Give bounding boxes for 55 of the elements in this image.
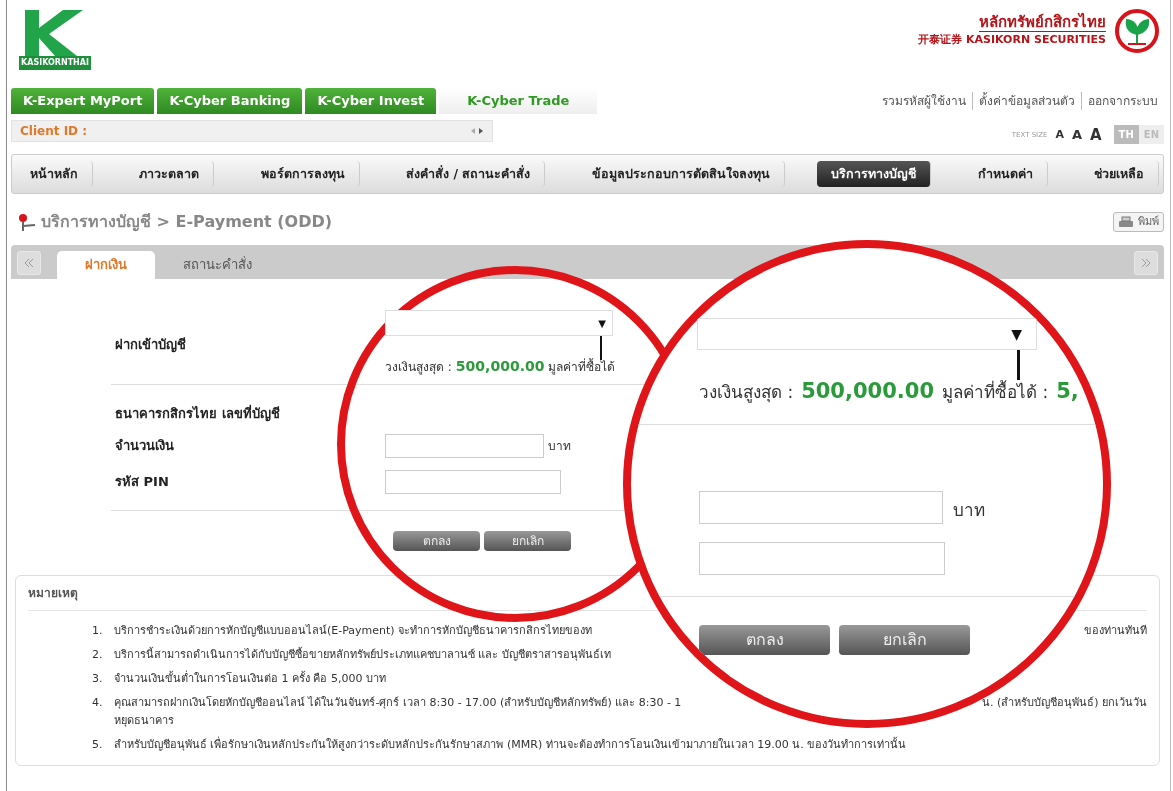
form-button[interactable]: ยกเลิก — [839, 625, 970, 655]
nav-item[interactable]: ส่งคำสั่ง / สถานะคำสั่ง — [392, 160, 546, 188]
limit-amount: 500,000.00 — [455, 357, 545, 376]
nav-item[interactable]: ช่วยเหลือ — [1079, 160, 1159, 188]
nav-item[interactable]: บริการทางบัญชี — [817, 160, 932, 188]
field-label: ฝากเข้าบัญชี — [115, 335, 187, 355]
client-id-label: Client ID : — [20, 122, 88, 140]
note-text: หยุดธนาคาร — [114, 714, 175, 727]
logo-caption: KASIKORNTHAI — [19, 56, 91, 70]
note-text: สำหรับบัญชีอนุพันธ์ เพื่อรักษาเงินหลักประกันให้สูงกว่าระดับหลักประกันรักษาสภาพ (MMR) ท่านจะต้องทำการโอนเงินเข้ามาภายในเวลา 19.00 น. ของวันทำการเท่านั้น — [114, 735, 907, 753]
unit-label: บาท — [548, 437, 571, 455]
note-number: 1. — [92, 622, 104, 639]
form-tab[interactable]: สถานะคำสั่ง — [155, 251, 280, 279]
note-text: จำนวนเงินขั้นต่ำในการโอนเงินต่อ 1 ครั้ง คือ 5,000 บาท — [114, 669, 386, 687]
limit-amount: 500,000.00 — [801, 378, 934, 405]
header-link[interactable]: ออกจากระบบ — [1081, 91, 1164, 110]
print-button[interactable]: พิมพ์ — [1113, 211, 1164, 233]
note-text: บริการชำระเงินด้วยการหักบัญชีแบบออนไลน์(E-Payment) จะทำการหักบัญชีธนาคารกสิกรไทยของท — [114, 622, 593, 639]
buyable-label: มูลค่าที่ซื้อได้ : — [942, 380, 1049, 405]
limit-label: วงเงินสูงสุด : — [699, 381, 794, 405]
field-label: จำนวนเงิน — [115, 436, 175, 455]
note-text: คุณสามารถฝากเงินโดยหักบัญชีออนไลน์ ได้ในวันจันทร์-ศุกร์ เวลา 8:30 - 17.00 (สำหรับบัญชีหลักทรัพย์) และ 8:30 - 1 — [114, 694, 682, 711]
note-text: ของท่านทันที — [1084, 622, 1147, 639]
text-size-option[interactable]: A — [1055, 126, 1064, 143]
nav-item[interactable]: กำหนดค่า — [963, 160, 1048, 188]
note-number: 2. — [92, 646, 104, 663]
note-number: 5. — [92, 736, 104, 753]
field-label: รหัส PIN — [115, 472, 170, 491]
header-link[interactable]: ตั้งค่าข้อมูลส่วนตัว — [972, 91, 1081, 110]
header-link[interactable]: รวมรหัสผู้ใช้งาน — [876, 91, 972, 110]
nav-item[interactable]: หน้าหลัก — [16, 160, 93, 188]
form-button[interactable]: ยกเลิก — [484, 530, 571, 551]
breadcrumb: บริการทางบัญชี > E-Payment (ODD) — [41, 211, 333, 234]
note-number: 4. — [92, 694, 104, 711]
nav-item[interactable]: ข้อมูลประกอบการตัดสินใจลงทุน — [577, 160, 785, 188]
text-size-option[interactable]: A — [1090, 123, 1102, 146]
field-label: ธนาคารกสิกรไทย เลขที่บัญชี — [115, 404, 281, 424]
caret-icon: ▼ — [1011, 323, 1022, 345]
limit-label: วงเงินสูงสุด : — [385, 359, 452, 376]
text-size-option[interactable]: A — [1071, 125, 1082, 145]
note-text: น. (สำหรับบัญชีอนุพันธ์) ยกเว้นวัน — [981, 694, 1147, 711]
caret-icon: ▼ — [598, 315, 606, 331]
form-button[interactable]: ตกลง — [393, 530, 480, 551]
form-button[interactable]: ตกลง — [699, 625, 830, 655]
nav-item[interactable]: ภาวะตลาด — [125, 160, 215, 188]
note-number: 3. — [92, 670, 104, 687]
buyable-amount: 5, — [1056, 378, 1079, 405]
account-select[interactable]: ▼ — [385, 310, 613, 336]
nav-item[interactable]: พอร์ตการลงทุน — [246, 160, 360, 188]
unit-label: บาท — [953, 499, 985, 522]
brand-subtitle: 开泰证券 KASIKORN SECURITIES — [918, 32, 1106, 49]
account-select[interactable]: ▼ — [697, 318, 1037, 350]
brand-name: หลักทรัพย์กสิกรไทย — [979, 13, 1106, 33]
note-text: บริการนี้สามารถดำเนินการได้กับบัญชีซื้อขายหลักทรัพย์ประเภทแคชบาลานซ์ และ บัญชีตราสารอนุพันธ์เท — [114, 646, 611, 663]
buyable-label: มูลค่าที่ซื้อได้ — [548, 358, 616, 376]
